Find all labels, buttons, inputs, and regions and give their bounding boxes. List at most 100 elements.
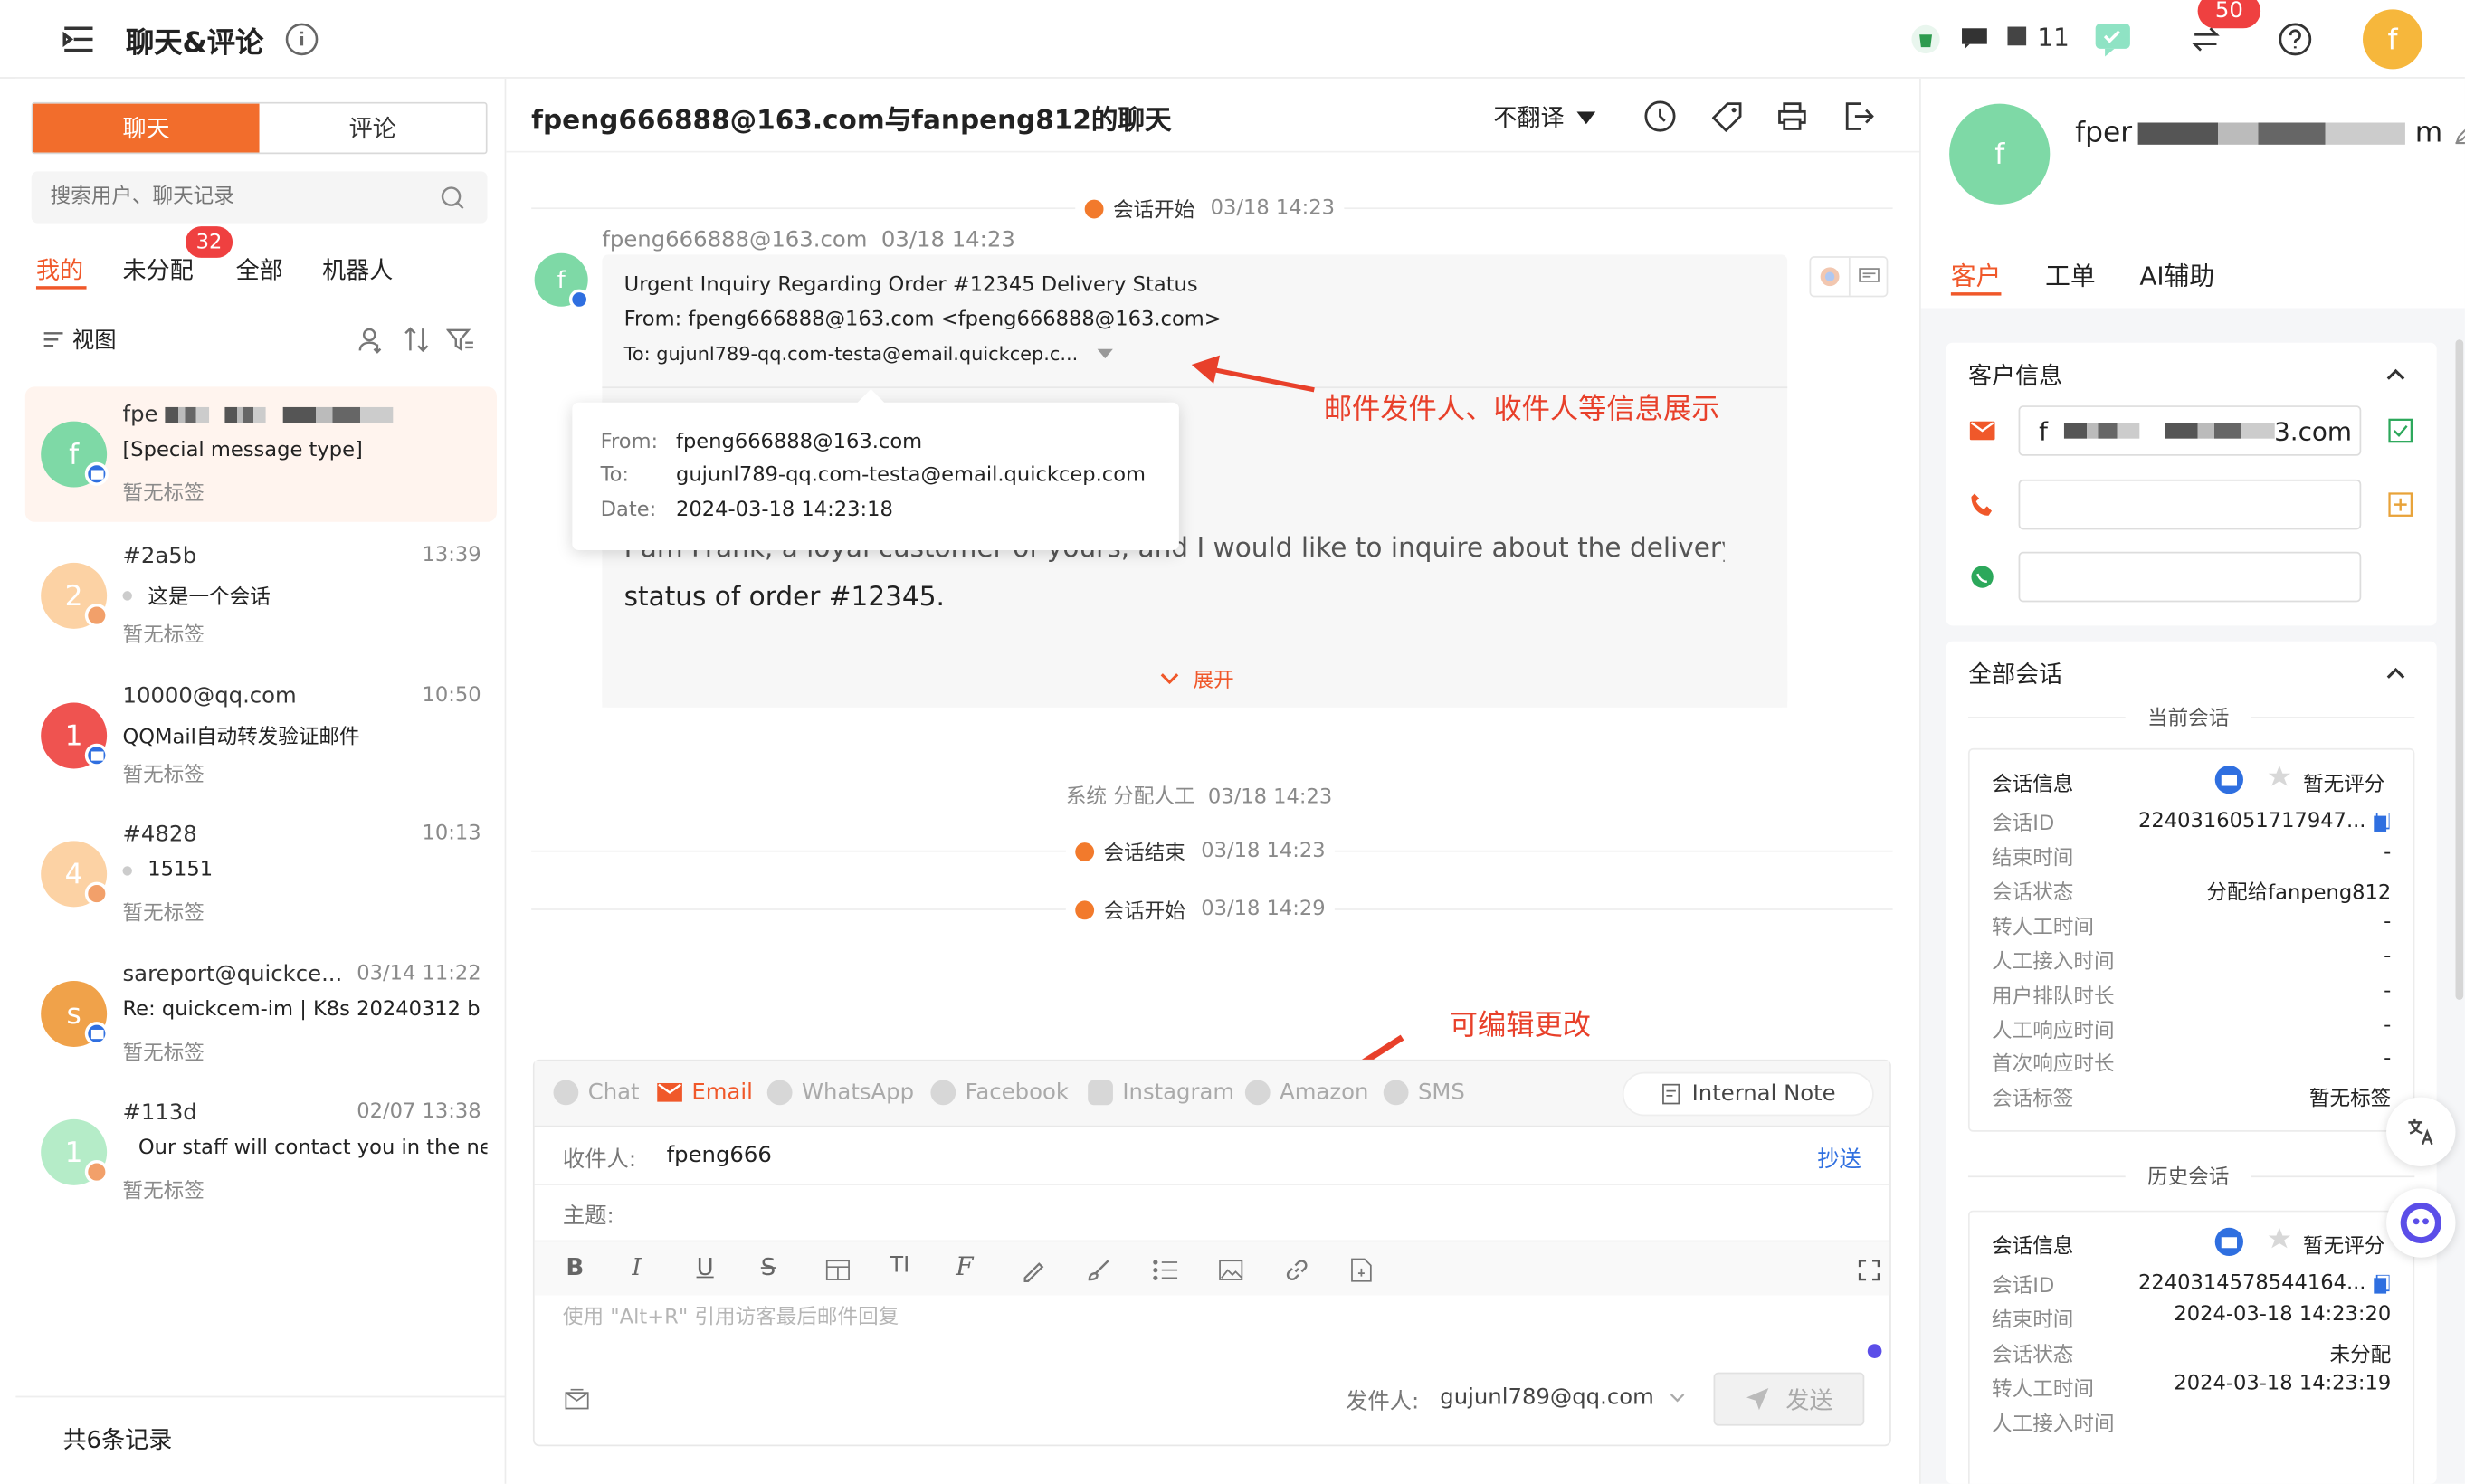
scrollbar[interactable] <box>2455 339 2464 1000</box>
reply-msg-icon[interactable] <box>1848 257 1887 296</box>
customer-phone-field[interactable] <box>2018 479 2362 530</box>
star-icon[interactable] <box>2265 763 2293 791</box>
tab-ticket[interactable]: 工单 <box>2045 254 2096 292</box>
print-icon[interactable] <box>1774 98 1812 136</box>
customer-email-field[interactable]: f 3.com <box>2018 405 2362 456</box>
channel-facebook[interactable]: Facebook <box>930 1080 1069 1106</box>
italic-icon[interactable]: I <box>632 1253 641 1281</box>
translate-dropdown[interactable]: 不翻译 <box>1493 100 1598 133</box>
tag-icon[interactable] <box>1708 98 1746 136</box>
fullscreen-icon[interactable] <box>1855 1256 1883 1284</box>
view-selector[interactable]: 视图 <box>41 324 117 356</box>
conversation-item[interactable]: f fpe [Special message type] 暂无标签 <box>24 386 497 522</box>
tab-customer[interactable]: 客户 <box>1951 254 2002 292</box>
copy-icon[interactable] <box>2372 1272 2391 1294</box>
internal-note-button[interactable]: Internal Note <box>1622 1071 1874 1117</box>
help-icon[interactable] <box>2276 21 2314 59</box>
send-button[interactable]: 发送 <box>1713 1372 1865 1426</box>
channel-amazon[interactable]: Amazon <box>1244 1080 1368 1106</box>
conversation-time: 10:50 <box>422 683 481 708</box>
customer-whatsapp-field[interactable] <box>2018 551 2362 603</box>
session-start-marker: 会话开始 03/18 14:23 <box>1075 193 1345 224</box>
tab-comment[interactable]: 评论 <box>259 103 486 153</box>
filter-all[interactable]: 全部 <box>236 253 283 286</box>
filter-icon[interactable] <box>445 324 477 356</box>
image-icon[interactable] <box>1217 1256 1245 1284</box>
user-avatar[interactable]: f <box>2363 9 2423 70</box>
font-family-icon[interactable]: F <box>956 1251 973 1281</box>
conversation-item[interactable]: 1 10000@qq.com 10:50 QQMail自动转发验证邮件 暂无标签 <box>25 668 497 803</box>
bold-icon[interactable]: B <box>566 1253 584 1281</box>
link-icon[interactable] <box>1283 1256 1311 1284</box>
to-input[interactable]: fpeng666 <box>667 1143 772 1168</box>
chat-bubble-icon[interactable] <box>2090 19 2135 60</box>
history-icon[interactable] <box>1642 98 1680 136</box>
expand-button[interactable]: 展开 <box>1158 663 1234 693</box>
unread-dot <box>122 590 132 600</box>
message-icon[interactable] <box>1959 25 1991 51</box>
search-input[interactable] <box>50 185 428 210</box>
underline-icon[interactable]: U <box>697 1253 714 1281</box>
send-label: 发送 <box>1785 1385 1833 1414</box>
info-icon[interactable] <box>283 21 321 59</box>
add-icon[interactable] <box>2386 490 2414 518</box>
conversation-item[interactable]: 2 #2a5b 13:39 这是一个会话 暂无标签 <box>25 528 497 663</box>
conversation-item[interactable]: s sareport@quickce... 03/14 11:22 Re: qu… <box>25 947 497 1081</box>
highlight-icon[interactable] <box>1019 1256 1047 1284</box>
channel-whatsapp[interactable]: WhatsApp <box>766 1080 914 1106</box>
edit-icon[interactable] <box>2452 120 2465 146</box>
sort-icon[interactable] <box>401 324 433 356</box>
table-icon[interactable] <box>823 1256 852 1284</box>
expand-recipients-icon[interactable] <box>1094 346 1116 361</box>
shop-icon[interactable] <box>1911 24 1940 54</box>
copy-icon[interactable] <box>2372 811 2391 832</box>
chevron-up-icon[interactable] <box>2384 362 2409 387</box>
email-channel-icon <box>84 1022 109 1046</box>
square-icon[interactable] <box>2006 25 2028 47</box>
star-icon[interactable] <box>2265 1224 2293 1252</box>
strikethrough-icon[interactable]: S <box>761 1253 776 1281</box>
contact-name: fpe <box>122 402 158 428</box>
brush-icon[interactable] <box>1085 1256 1113 1284</box>
exit-icon[interactable] <box>1840 98 1878 136</box>
ai-bot-icon[interactable] <box>2386 1188 2456 1258</box>
search-box[interactable] <box>31 171 488 224</box>
filter-bot[interactable]: 机器人 <box>322 253 393 286</box>
sender-select[interactable]: gujunl789@qq.com <box>1440 1384 1689 1410</box>
popup-to-value: gujunl789-qq.com-testa@email.quickcep.co… <box>675 463 1147 488</box>
attachment-icon[interactable] <box>1347 1256 1375 1284</box>
conversation-item[interactable]: 1 #113d 02/07 13:38 Our staff will conta… <box>25 1085 497 1220</box>
header-count: 11 <box>2037 22 2070 52</box>
cc-link[interactable]: 抄送 <box>1817 1143 1861 1175</box>
history-session-box: 会话信息 暂无评分 会话ID 2240314578544164... 结束时间 20… <box>1967 1210 2415 1484</box>
channel-chat[interactable]: Chat <box>553 1080 640 1106</box>
channel-label: Email <box>691 1080 753 1106</box>
bullet-list-icon[interactable] <box>1151 1256 1179 1284</box>
conversation-item[interactable]: 4 #4828 10:13 15151 暂无标签 <box>25 806 497 941</box>
search-icon[interactable] <box>437 182 469 214</box>
email-body-input[interactable]: 使用 "Alt+R" 引用访客最后邮件回复 <box>563 1300 899 1330</box>
tab-chat[interactable]: 聊天 <box>33 103 260 153</box>
popup-date-key: Date: <box>600 498 657 522</box>
conversation-tag: 暂无标签 <box>122 482 205 507</box>
row-value: - <box>2384 841 2392 865</box>
send-icon <box>1745 1386 1770 1412</box>
tab-ai-assist[interactable]: AI辅助 <box>2139 254 2214 292</box>
unassigned-badge: 32 <box>185 226 233 258</box>
font-size-icon[interactable]: TI <box>890 1253 909 1279</box>
session-row: 人工响应时间 - <box>1992 1013 2391 1043</box>
menu-collapse-icon[interactable] <box>60 21 98 59</box>
chevron-up-icon[interactable] <box>2384 661 2409 686</box>
last-message: Re: quickcem-im | K8s 20240312 b n <box>122 998 488 1023</box>
template-icon[interactable] <box>563 1384 591 1413</box>
verify-icon[interactable] <box>2386 416 2414 444</box>
translate-float-icon[interactable] <box>2386 1097 2456 1167</box>
channel-instagram[interactable]: Instagram <box>1088 1080 1234 1106</box>
translate-msg-icon[interactable] <box>1811 258 1849 296</box>
assign-user-icon[interactable] <box>356 324 387 356</box>
channel-email[interactable]: Email <box>657 1080 753 1105</box>
email-to-row[interactable]: To: gujunl789-qq.com-testa@email.quickce… <box>624 343 1116 365</box>
filter-unassigned[interactable]: 未分配 <box>123 253 194 286</box>
channel-sms[interactable]: SMS <box>1383 1080 1465 1106</box>
filter-mine[interactable]: 我的 <box>36 253 83 286</box>
